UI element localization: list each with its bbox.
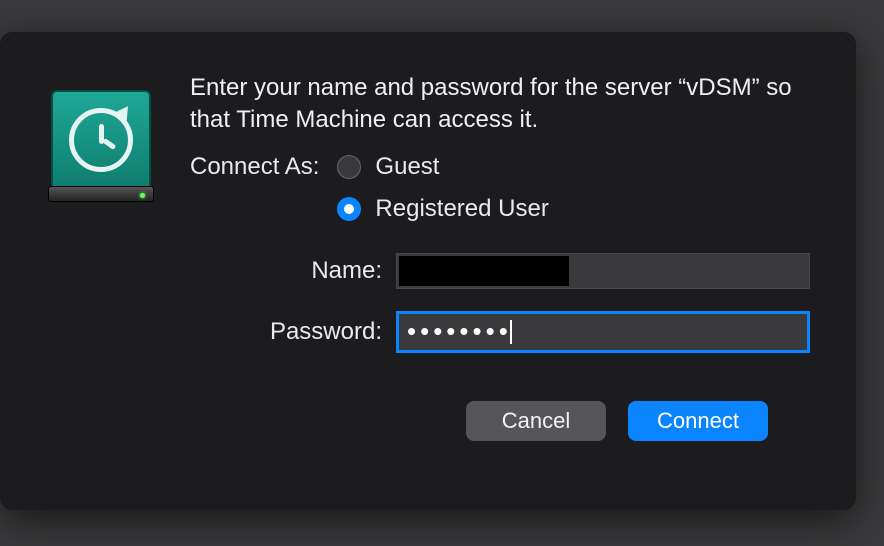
dialog-message: Enter your name and password for the ser… [190,72,810,137]
name-label: Name: [106,257,396,285]
connect-as-label: Connect As: [190,153,319,181]
radio-guest[interactable]: Guest [337,153,548,181]
radio-guest-label: Guest [375,153,439,181]
cancel-button[interactable]: Cancel [466,401,606,441]
radio-registered-user[interactable]: Registered User [337,195,548,223]
radio-icon-selected [337,197,361,221]
text-caret [510,320,512,344]
connect-as-radio-group: Guest Registered User [337,153,548,223]
server-auth-dialog: Enter your name and password for the ser… [0,32,856,510]
password-masked-value: •••••••• [407,316,512,347]
radio-registered-label: Registered User [375,195,548,223]
radio-icon [337,155,361,179]
name-value-redacted [399,256,569,286]
time-machine-disk-icon [46,72,156,202]
password-label: Password: [106,318,396,346]
password-field[interactable]: •••••••• [396,311,810,353]
connect-button[interactable]: Connect [628,401,768,441]
name-field[interactable] [396,253,810,289]
